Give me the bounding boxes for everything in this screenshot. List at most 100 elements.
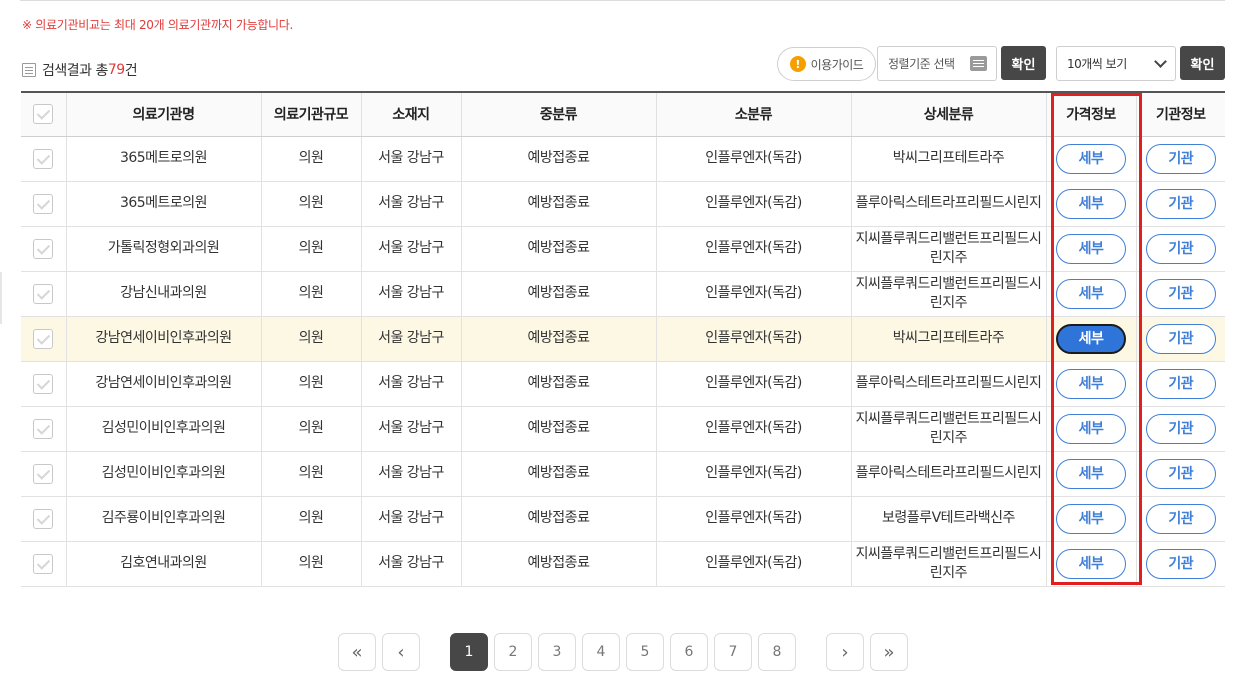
row-checkbox[interactable]	[33, 418, 54, 439]
next-page-button[interactable]: ›	[826, 633, 864, 671]
row-checkbox[interactable]	[33, 463, 54, 484]
page-button[interactable]: 7	[714, 633, 752, 671]
result-suffix: 건	[124, 63, 138, 79]
price-detail-button[interactable]: 세부	[1056, 503, 1126, 534]
sort-select[interactable]: 정렬기준 선택	[877, 46, 997, 81]
price-detail-button[interactable]: 세부	[1056, 233, 1126, 264]
price-detail-button[interactable]: 세부	[1056, 143, 1126, 174]
compare-limit-notice: ※ 의료기관비교는 최대 20개 의료기관까지 가능합니다.	[22, 18, 294, 32]
org-info-button[interactable]: 기관	[1145, 323, 1216, 354]
row-checkbox[interactable]	[33, 283, 54, 304]
header-name: 의료기관명	[66, 92, 262, 137]
cell-name: 김성민이비인후과의원	[66, 451, 262, 497]
cell-sub-category: 인플루엔자(독감)	[656, 451, 852, 497]
row-checkbox[interactable]	[33, 238, 54, 259]
cell-detail-category: 지씨플루쿼드리밸런트프리필드시린지주	[851, 406, 1047, 452]
cell-name: 김성민이비인후과의원	[66, 406, 262, 452]
cell-location: 서울 강남구	[361, 541, 462, 587]
results-table: 의료기관명 의료기관규모 소재지 중분류 소분류 상세분류 가격정보 기관정보 …	[21, 91, 1225, 587]
cell-sub-category: 인플루엔자(독감)	[656, 271, 852, 317]
table-row: 가톨릭정형외과의원 의원 서울 강남구 예방접종료 인플루엔자(독감) 지씨플루…	[21, 226, 1225, 272]
row-checkbox[interactable]	[33, 148, 54, 169]
row-checkbox[interactable]	[33, 193, 54, 214]
page-size-label: 10개씩 보기	[1067, 57, 1127, 71]
sort-select-label: 정렬기준 선택	[888, 57, 955, 71]
cell-sub-category: 인플루엔자(독감)	[656, 496, 852, 542]
cell-mid-category: 예방접종료	[461, 181, 657, 227]
page-size-select[interactable]: 10개씩 보기	[1056, 46, 1176, 81]
cell-detail-category: 플루아릭스테트라프리필드시린지	[851, 451, 1047, 497]
cell-sub-category: 인플루엔자(독감)	[656, 316, 852, 362]
price-detail-button[interactable]: 세부	[1056, 548, 1126, 579]
page-button[interactable]: 6	[670, 633, 708, 671]
document-icon	[22, 63, 36, 77]
price-detail-button[interactable]: 세부	[1056, 278, 1126, 309]
page-button-current[interactable]: 1	[450, 633, 488, 671]
price-detail-button[interactable]: 세부	[1056, 413, 1126, 444]
page-button[interactable]: 3	[538, 633, 576, 671]
cell-mid-category: 예방접종료	[461, 496, 657, 542]
org-info-button[interactable]: 기관	[1145, 188, 1216, 219]
org-info-button[interactable]: 기관	[1145, 503, 1216, 534]
page-button[interactable]: 5	[626, 633, 664, 671]
table-row: 강남연세이비인후과의원 의원 서울 강남구 예방접종료 인플루엔자(독감) 플루…	[21, 361, 1225, 407]
cell-mid-category: 예방접종료	[461, 361, 657, 407]
sort-confirm-button[interactable]: 확인	[1001, 46, 1046, 80]
price-detail-button-active[interactable]: 세부	[1056, 323, 1126, 354]
cell-size: 의원	[261, 271, 362, 317]
cell-mid-category: 예방접종료	[461, 226, 657, 272]
cell-detail-category: 박씨그리프테트라주	[851, 136, 1047, 182]
usage-guide-label: 이용가이드	[810, 57, 864, 72]
org-info-button[interactable]: 기관	[1145, 368, 1216, 399]
page-size-confirm-button[interactable]: 확인	[1180, 46, 1225, 80]
cell-detail-category: 박씨그리프테트라주	[851, 316, 1047, 362]
price-detail-button[interactable]: 세부	[1056, 458, 1126, 489]
org-info-button[interactable]: 기관	[1145, 143, 1216, 174]
side-scroll-marker	[0, 272, 2, 324]
first-page-button[interactable]: «	[338, 633, 376, 671]
page-button[interactable]: 4	[582, 633, 620, 671]
cell-mid-category: 예방접종료	[461, 271, 657, 317]
table-row: 강남신내과의원 의원 서울 강남구 예방접종료 인플루엔자(독감) 지씨플루쿼드…	[21, 271, 1225, 317]
org-info-button[interactable]: 기관	[1145, 548, 1216, 579]
cell-name: 강남신내과의원	[66, 271, 262, 317]
cell-mid-category: 예방접종료	[461, 541, 657, 587]
cell-location: 서울 강남구	[361, 496, 462, 542]
org-info-button[interactable]: 기관	[1145, 458, 1216, 489]
header-size: 의료기관규모	[261, 92, 362, 137]
org-info-button[interactable]: 기관	[1145, 413, 1216, 444]
page-button[interactable]: 2	[494, 633, 532, 671]
cell-size: 의원	[261, 361, 362, 407]
cell-name: 강남연세이비인후과의원	[66, 316, 262, 362]
row-checkbox[interactable]	[33, 328, 54, 349]
cell-sub-category: 인플루엔자(독감)	[656, 181, 852, 227]
cell-detail-category: 플루아릭스테트라프리필드시린지	[851, 361, 1047, 407]
table-row: 365메트로의원 의원 서울 강남구 예방접종료 인플루엔자(독감) 박씨그리프…	[21, 136, 1225, 182]
cell-location: 서울 강남구	[361, 226, 462, 272]
cell-sub-category: 인플루엔자(독감)	[656, 406, 852, 452]
cell-name: 365메트로의원	[66, 136, 262, 182]
table-row: 365메트로의원 의원 서울 강남구 예방접종료 인플루엔자(독감) 플루아릭스…	[21, 181, 1225, 227]
org-info-button[interactable]: 기관	[1145, 278, 1216, 309]
prev-page-button[interactable]: ‹	[382, 633, 420, 671]
cell-size: 의원	[261, 316, 362, 362]
search-result-summary: 검색결과 총 79 건	[22, 60, 138, 80]
cell-sub-category: 인플루엔자(독감)	[656, 136, 852, 182]
row-checkbox[interactable]	[33, 553, 54, 574]
page-button[interactable]: 8	[758, 633, 796, 671]
price-detail-button[interactable]: 세부	[1056, 188, 1126, 219]
table-row: 김주룡이비인후과의원 의원 서울 강남구 예방접종료 인플루엔자(독감) 보령플…	[21, 496, 1225, 542]
row-checkbox[interactable]	[33, 508, 54, 529]
cell-detail-category: 플루아릭스테트라프리필드시린지	[851, 181, 1047, 227]
last-page-button[interactable]: »	[870, 633, 908, 671]
table-row-selected: 강남연세이비인후과의원 의원 서울 강남구 예방접종료 인플루엔자(독감) 박씨…	[21, 316, 1225, 362]
select-all-checkbox[interactable]	[33, 104, 54, 125]
usage-guide-button[interactable]: ! 이용가이드	[777, 47, 876, 81]
price-detail-button[interactable]: 세부	[1056, 368, 1126, 399]
row-checkbox[interactable]	[33, 373, 54, 394]
org-info-button[interactable]: 기관	[1145, 233, 1216, 264]
cell-detail-category: 지씨플루쿼드리밸런트프리필드시린지주	[851, 541, 1047, 587]
cell-mid-category: 예방접종료	[461, 406, 657, 452]
cell-size: 의원	[261, 181, 362, 227]
cell-sub-category: 인플루엔자(독감)	[656, 541, 852, 587]
